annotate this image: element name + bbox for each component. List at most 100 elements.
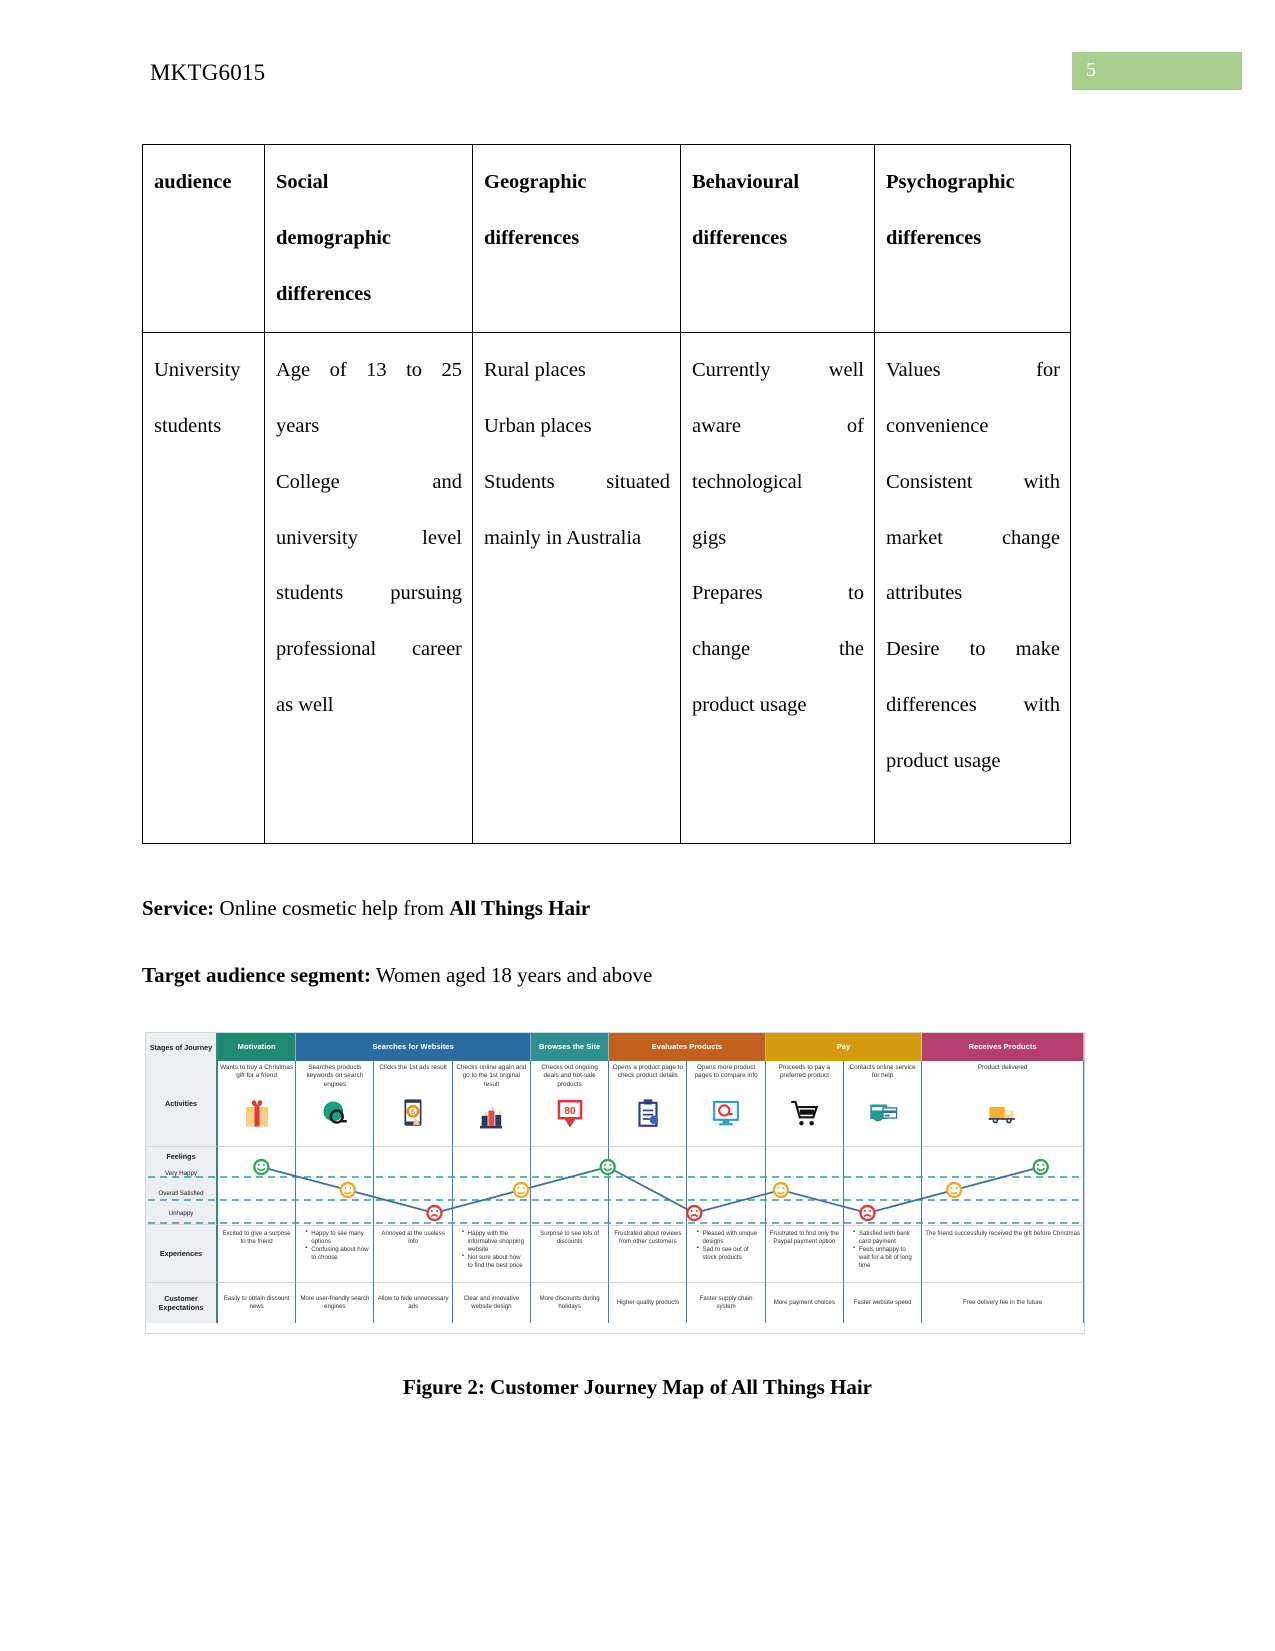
experience-cell: Satisfied with bank card paymentFeels un… [843, 1225, 923, 1283]
row-label-feelings: Feelings Very Happy Overall Satisfied Unhap… [146, 1147, 218, 1225]
header-line: differences [484, 226, 580, 249]
experience-bullet: Pleased with unique designs [696, 1229, 761, 1246]
experience-bullet: Satisfied with bank card payment [853, 1229, 918, 1246]
target-label: Target audience segment: [142, 963, 372, 987]
cell-line: Age of 13 to 25 [276, 359, 462, 382]
stage-header-pay: Pay [765, 1033, 923, 1061]
document-page: MKTG6015 5 audience Social demographic d… [0, 0, 1275, 1651]
activity-text: Clicks the 1st ads result [379, 1064, 447, 1071]
experience-bullet: Feels unhappy to wait for a bit of long … [853, 1245, 918, 1270]
experience-bullet: Sad to see out of stock products [696, 1245, 761, 1262]
feeling-level-label: Very Happy [165, 1170, 197, 1178]
expectation-cell: Allow to hide unnecessary ads [374, 1283, 453, 1323]
experience-text: The friend successfully received the gif… [925, 1230, 1080, 1237]
experience-cell: Excited to give a surprise to the friend [218, 1225, 297, 1283]
cell-line: students pursuing [276, 582, 462, 605]
activity-icon-wrap [924, 1089, 1081, 1137]
experience-bullet: Not sure about how to find the best pric… [462, 1253, 527, 1270]
stage-label: Receives Products [968, 1042, 1037, 1052]
cell-line: Rural places [484, 359, 586, 382]
activity-cell: Clicks the 1st ads result $ [374, 1061, 453, 1147]
expectation-cell: Free delivery fee in the future [922, 1283, 1084, 1323]
running-header-title: MKTG6015 [150, 60, 266, 85]
experience-cell: Annoyed at the useless info [374, 1225, 453, 1283]
cell-behavioural: Currently well aware of technological gi… [680, 332, 875, 845]
experience-bullet-list: Happy with the informative shopping webs… [456, 1229, 527, 1270]
header-line: differences [276, 282, 372, 305]
header-line: demographic [276, 226, 392, 249]
cell-line: product usage [692, 693, 807, 716]
header-line: Psychographic [886, 171, 1015, 193]
activity-cell: Product delivered [922, 1061, 1084, 1147]
activity-text: Checks online again and go to the 1st or… [456, 1064, 527, 1088]
cell-line: differences with [886, 693, 1060, 716]
cell-line: Urban places [484, 415, 592, 437]
activity-icon-wrap [611, 1089, 684, 1137]
cell-line: College and [276, 470, 462, 493]
activity-text: Contacts online service for help [849, 1064, 916, 1080]
experience-bullet: Confusing about how to choose [305, 1245, 370, 1262]
cell-geographic: Rural places Urban places Students situa… [472, 332, 681, 845]
activity-icon-wrap: $ [376, 1089, 449, 1137]
segmentation-table: audience Social demographic differences … [142, 143, 1071, 845]
expectation-text: Easily to obtain discount news [223, 1295, 290, 1310]
activity-icon-wrap [846, 1089, 919, 1137]
row-label-activities: Activities [146, 1061, 218, 1147]
expectation-cell: More payment choices [766, 1283, 844, 1323]
header-line: Social [276, 171, 329, 193]
experience-cell: Frustrated about reviews from other cust… [609, 1225, 688, 1283]
expectation-text: More discounts during holidays [539, 1295, 600, 1310]
expectation-cell: Faster supply chain system [687, 1283, 766, 1323]
row-label-experiences: Experiences [146, 1225, 218, 1283]
feeling-cell [687, 1147, 766, 1225]
stage-header-receives-products: Receives Products [922, 1033, 1084, 1061]
experience-cell: Happy to see many optionsConfusing about… [296, 1225, 375, 1283]
discount-80-icon: 80 [557, 1099, 582, 1128]
gift-icon [245, 1100, 268, 1127]
cell-line: aware of [692, 415, 864, 437]
activity-icon-wrap [455, 1090, 528, 1138]
stage-label: Pay [836, 1042, 851, 1052]
feeling-cell [374, 1147, 453, 1225]
expectation-cell: Easily to obtain discount news [218, 1283, 297, 1323]
experience-cell: Frustrated to find only the Paypal payme… [765, 1225, 844, 1283]
cell-line: Currently well [692, 359, 864, 382]
stage-label: Browses the Site [539, 1042, 601, 1052]
cell-line: Students situated [484, 470, 670, 493]
cell-audience: University students [142, 332, 265, 845]
stage-header-motivation: Motivation [218, 1033, 297, 1061]
activity-icon-wrap [298, 1090, 371, 1138]
cell-line: market change [886, 526, 1060, 549]
expectation-text: Free delivery fee in the future [962, 1299, 1043, 1307]
feeling-cell [922, 1147, 1084, 1225]
expectation-cell: Faster website speed [844, 1283, 923, 1323]
activity-text: Searches products keywords on search eng… [306, 1064, 364, 1088]
service-paragraph: Service: Online cosmetic help from All T… [142, 896, 590, 921]
feeling-level-label: Overall Satisfied [158, 1190, 204, 1198]
experience-bullet-list: Happy to see many optionsConfusing about… [299, 1229, 370, 1262]
expectation-text: More user-friendly search engines [300, 1295, 370, 1310]
experience-cell: Surprise to see lots of discounts [530, 1225, 610, 1283]
col-header-geographic: Geographic differences [472, 143, 681, 334]
cell-line: years [276, 415, 320, 437]
stage-header-evaluates-products: Evaluates Products [609, 1033, 766, 1061]
cell-line: technological [692, 470, 803, 493]
activity-text: Wants to buy a Christmas gift for a frie… [220, 1064, 294, 1080]
activity-text: Product delivered [977, 1064, 1028, 1071]
delivery-truck-icon [988, 1107, 1015, 1124]
monitor-search-icon [713, 1100, 740, 1126]
experience-bullet-list: Pleased with unique designsSad to see ou… [690, 1229, 761, 1262]
stage-label: Searches for Websites [372, 1042, 454, 1052]
expectation-cell: Clear and innovative website design [453, 1283, 531, 1323]
header-line: Geographic [484, 171, 587, 193]
svg-text:80: 80 [564, 1106, 576, 1117]
experience-bullet: Happy to see many options [305, 1229, 370, 1246]
page-number-badge: 5 [1072, 52, 1242, 90]
activity-cell: Checks out ongoing deals and hot-sale pr… [530, 1061, 610, 1147]
col-header-social-demographic: Social demographic differences [264, 143, 473, 334]
journey-map-grid: Stages of Journey Motivation Searches for … [146, 1033, 1084, 1333]
header-line: differences [886, 226, 982, 249]
activity-cell: Wants to buy a Christmas gift for a frie… [218, 1061, 297, 1147]
cell-line: product usage [886, 749, 1001, 772]
customer-journey-map-figure: Stages of Journey Motivation Searches for … [145, 1032, 1085, 1334]
